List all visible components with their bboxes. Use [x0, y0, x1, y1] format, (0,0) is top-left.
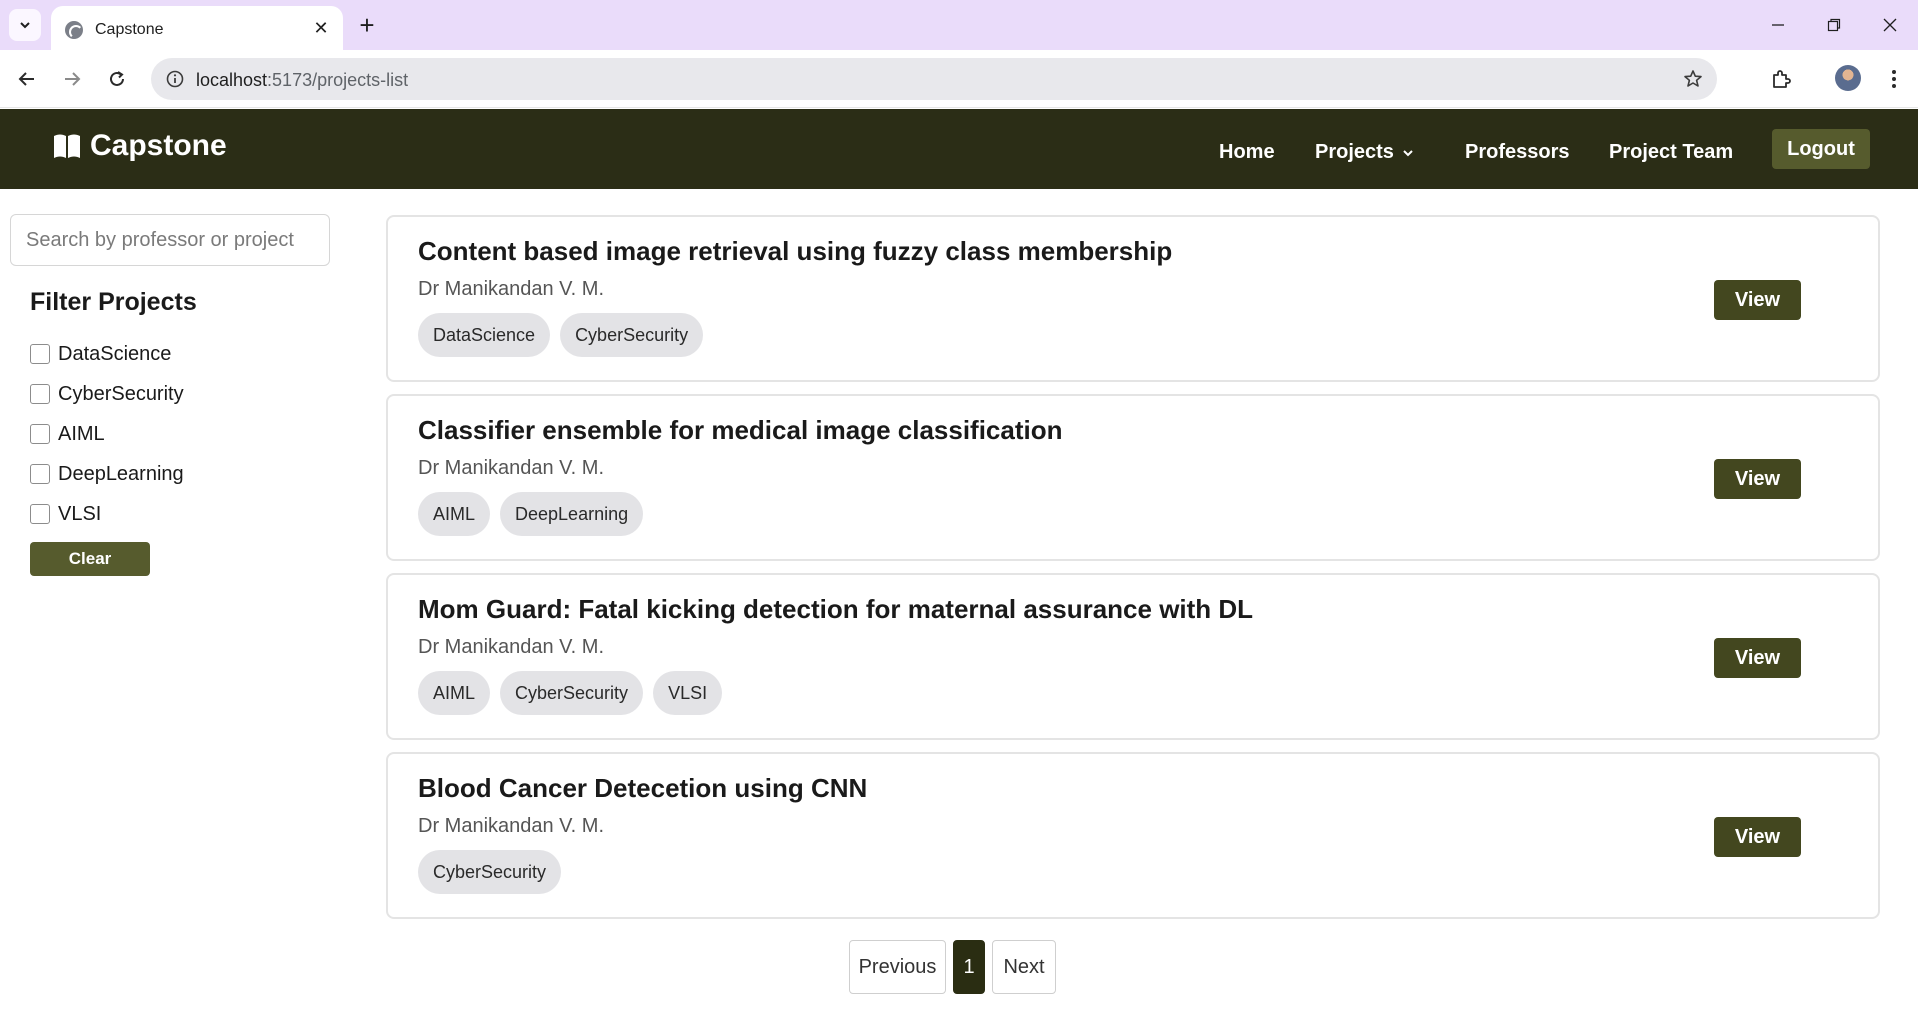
project-tags: DataScience CyberSecurity	[418, 313, 704, 357]
project-professor: Dr Manikandan V. M.	[418, 457, 605, 479]
filter-aiml[interactable]: AIML	[30, 414, 184, 454]
browser-toolbar: localhost:5173/projects-list	[0, 50, 1918, 108]
filter-label: DeepLearning	[58, 462, 184, 485]
bookmark-star-icon[interactable]	[1681, 67, 1705, 91]
restore-icon	[1827, 18, 1841, 32]
project-tags: AIML CyberSecurity VLSI	[418, 671, 723, 715]
filter-deeplearning[interactable]: DeepLearning	[30, 454, 184, 494]
minimize-icon	[1772, 24, 1784, 26]
filter-checkbox[interactable]	[30, 464, 50, 484]
filter-label: CyberSecurity	[58, 382, 184, 405]
app-header: Capstone Home Projects Professors Projec…	[0, 109, 1918, 189]
project-tags: AIML DeepLearning	[418, 492, 644, 536]
chevron-down-icon	[1403, 149, 1413, 156]
arrow-right-icon	[65, 72, 81, 86]
filter-title: Filter Projects	[30, 288, 197, 316]
close-icon	[1883, 18, 1897, 32]
view-project-button[interactable]: View	[1714, 280, 1801, 320]
arrow-left-icon	[18, 72, 34, 86]
url-path: :5173/projects-list	[267, 70, 409, 90]
project-card: Content based image retrieval using fuzz…	[386, 215, 1880, 382]
project-professor: Dr Manikandan V. M.	[418, 278, 605, 300]
project-tag: AIML	[418, 492, 491, 536]
page-number-button[interactable]: 1	[953, 940, 985, 994]
filter-datascience[interactable]: DataScience	[30, 334, 184, 374]
reload-button[interactable]	[101, 63, 133, 95]
view-project-button[interactable]: View	[1714, 817, 1801, 857]
filter-checkbox[interactable]	[30, 384, 50, 404]
project-title: Mom Guard: Fatal kicking detection for m…	[418, 594, 1254, 624]
project-card: Blood Cancer Detecetion using CNN Dr Man…	[386, 752, 1880, 919]
project-tag: DeepLearning	[500, 492, 644, 536]
nav-home-link[interactable]: Home	[1219, 141, 1275, 164]
brand-title: Capstone	[90, 129, 227, 162]
close-tab-icon[interactable]: ✕	[309, 16, 333, 40]
site-info-icon[interactable]	[163, 67, 187, 91]
address-bar[interactable]: localhost:5173/projects-list	[151, 58, 1717, 100]
project-professor: Dr Manikandan V. M.	[418, 815, 605, 837]
project-title: Blood Cancer Detecetion using CNN	[418, 773, 868, 803]
filter-checkbox[interactable]	[30, 344, 50, 364]
view-project-button[interactable]: View	[1714, 638, 1801, 678]
new-tab-button[interactable]: +	[352, 10, 382, 40]
filter-label: AIML	[58, 422, 105, 445]
project-card: Classifier ensemble for medical image cl…	[386, 394, 1880, 561]
chevron-down-icon	[20, 22, 30, 29]
book-icon	[54, 134, 80, 158]
previous-page-button[interactable]: Previous	[849, 940, 946, 994]
filter-cybersecurity[interactable]: CyberSecurity	[30, 374, 184, 414]
forward-button[interactable]	[56, 63, 88, 95]
restore-window-button[interactable]	[1806, 0, 1862, 50]
nav-professors-link[interactable]: Professors	[1465, 141, 1570, 164]
puzzle-icon	[1773, 70, 1791, 88]
project-professor: Dr Manikandan V. M.	[418, 636, 605, 658]
kebab-menu-icon	[1892, 70, 1896, 88]
browser-menu-button[interactable]	[1878, 63, 1910, 95]
project-tag: DataScience	[418, 313, 551, 357]
url-text: localhost:5173/projects-list	[196, 70, 408, 91]
filter-vlsi[interactable]: VLSI	[30, 494, 184, 534]
nav-projects-dropdown[interactable]: Projects	[1315, 141, 1414, 164]
next-page-button[interactable]: Next	[992, 940, 1056, 994]
extensions-button[interactable]	[1765, 63, 1797, 95]
project-tag: CyberSecurity	[560, 313, 704, 357]
project-tag: CyberSecurity	[500, 671, 644, 715]
project-tag: VLSI	[653, 671, 723, 715]
project-title: Content based image retrieval using fuzz…	[418, 236, 1173, 266]
brand-logo-link[interactable]: Capstone	[52, 129, 227, 163]
globe-icon	[65, 21, 83, 39]
pagination: Previous 1 Next	[849, 940, 1056, 994]
project-title: Classifier ensemble for medical image cl…	[418, 415, 1063, 445]
project-tags: CyberSecurity	[418, 850, 562, 894]
minimize-window-button[interactable]	[1750, 0, 1806, 50]
tab-search-button[interactable]	[9, 9, 41, 41]
filter-list: DataScience CyberSecurity AIML DeepLearn…	[30, 334, 184, 534]
nav-projects-label: Projects	[1315, 141, 1394, 163]
search-input[interactable]	[10, 214, 330, 266]
project-card: Mom Guard: Fatal kicking detection for m…	[386, 573, 1880, 740]
browser-tab-strip: Capstone ✕ +	[0, 0, 1918, 50]
logout-button[interactable]: Logout	[1772, 129, 1870, 169]
view-project-button[interactable]: View	[1714, 459, 1801, 499]
nav-project-team-link[interactable]: Project Team	[1609, 141, 1733, 164]
profile-avatar[interactable]	[1835, 65, 1861, 91]
clear-filters-button[interactable]: Clear	[30, 542, 150, 576]
url-host: localhost	[196, 70, 268, 90]
project-tag: CyberSecurity	[418, 850, 562, 894]
back-button[interactable]	[11, 63, 43, 95]
filter-label: VLSI	[58, 502, 102, 525]
close-window-button[interactable]	[1862, 0, 1918, 50]
project-tag: AIML	[418, 671, 491, 715]
tab-title: Capstone	[95, 21, 164, 38]
filter-checkbox[interactable]	[30, 424, 50, 444]
filter-label: DataScience	[58, 342, 172, 365]
filter-checkbox[interactable]	[30, 504, 50, 524]
reload-icon	[110, 71, 124, 86]
browser-tab[interactable]: Capstone ✕	[51, 6, 343, 50]
